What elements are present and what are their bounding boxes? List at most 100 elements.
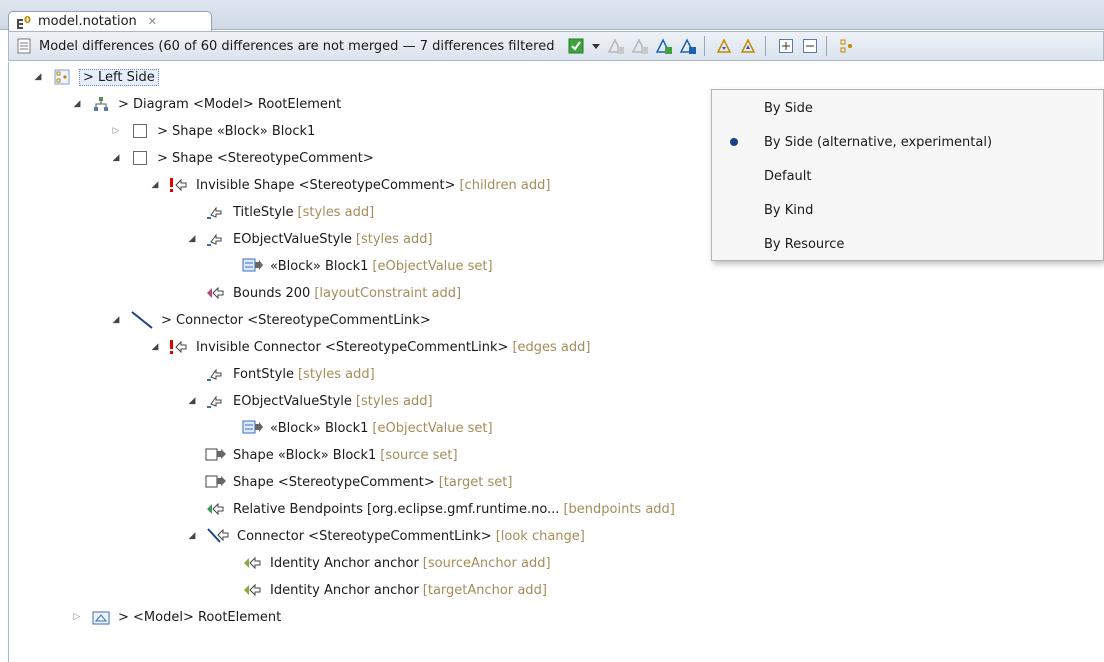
expanded-twisty-icon[interactable]: ◢ xyxy=(185,396,199,406)
filter-check-icon[interactable] xyxy=(566,36,586,56)
tree-row-label: Invisible Shape <StereotypeComment> xyxy=(196,177,456,193)
tree-row[interactable]: ◢ EObjectValueStyle [styles add] xyxy=(185,388,433,414)
tree-row-hint: [edges add] xyxy=(512,339,591,355)
tree-row-hint: [styles add] xyxy=(297,204,375,220)
tree-row[interactable]: ◢ > Shape <StereotypeComment> xyxy=(109,145,374,171)
expand-all-icon[interactable] xyxy=(776,36,796,56)
svg-text:0: 0 xyxy=(24,15,31,26)
expanded-twisty-icon[interactable]: ◢ xyxy=(31,72,45,82)
tree-row-label: > Left Side xyxy=(79,68,159,86)
menu-item-default[interactable]: Default xyxy=(712,159,1103,193)
tree-row[interactable]: ▷ > Shape «Block» Block1 xyxy=(109,118,316,144)
tree-row[interactable]: ◢ EObjectValueStyle [styles add] xyxy=(185,226,433,252)
tree-row-label: > Shape <StereotypeComment> xyxy=(157,150,374,166)
menu-item-label: Default xyxy=(764,168,812,184)
tab-title: model.notation xyxy=(38,14,137,29)
tree-row[interactable]: Shape «Block» Block1 [source set] xyxy=(185,442,458,468)
tree-row-hint: [target set] xyxy=(438,474,513,490)
editor-tab[interactable]: 0 model.notation ✕ xyxy=(8,11,212,31)
tree-row-hint: [styles add] xyxy=(297,366,375,382)
tree-row[interactable]: ◢ > Diagram <Model> RootElement xyxy=(70,91,342,117)
tree-row[interactable]: Shape <StereotypeComment> [target set] xyxy=(185,469,512,495)
tree-row[interactable]: ◢ Connector <StereotypeCommentLink> [look … xyxy=(185,523,585,549)
expanded-twisty-icon[interactable]: ◢ xyxy=(185,234,199,244)
group-by-icon[interactable] xyxy=(837,36,857,56)
tree-row[interactable]: ◢ Invisible Shape <StereotypeComment> [chi… xyxy=(148,172,551,198)
tree-row-label: «Block» Block1 xyxy=(270,420,369,436)
shape-icon xyxy=(129,122,151,140)
tree-row[interactable]: TitleStyle [styles add] xyxy=(185,199,374,225)
merge-right-icon[interactable] xyxy=(678,36,698,56)
value-set-icon xyxy=(242,419,264,437)
tree-row-label: > Connector <StereotypeCommentLink> xyxy=(161,312,431,328)
menu-item-label: By Side (alternative, experimental) xyxy=(764,134,993,150)
shape-icon xyxy=(129,149,151,167)
dropdown-arrow-icon[interactable] xyxy=(590,36,602,56)
tree-row-hint: [eObjectValue set] xyxy=(372,420,493,436)
menu-item-by-kind[interactable]: By Kind xyxy=(712,193,1103,227)
model-icon xyxy=(90,608,112,626)
collapsed-twisty-icon[interactable]: ▷ xyxy=(109,126,123,136)
menu-item-by-side[interactable]: By Side xyxy=(712,91,1103,125)
shape-set-icon xyxy=(205,446,227,464)
expanded-twisty-icon[interactable]: ◢ xyxy=(70,99,84,109)
toolbar-separator xyxy=(826,36,828,56)
collapsed-twisty-icon[interactable]: ▷ xyxy=(70,612,84,622)
connector-icon xyxy=(129,311,155,329)
accept-left-icon[interactable] xyxy=(606,36,626,56)
tree-row[interactable]: Relative Bendpoints [org.eclipse.gmf.run… xyxy=(185,496,675,522)
tree-row[interactable]: ◢ > Left Side xyxy=(31,64,159,90)
expanded-twisty-icon[interactable]: ◢ xyxy=(109,153,123,163)
shape-set-icon xyxy=(205,473,227,491)
tree-row-hint: [layoutConstraint add] xyxy=(314,285,462,301)
bounds-add-icon xyxy=(205,284,227,302)
tree-row-label: Relative Bendpoints [org.eclipse.gmf.run… xyxy=(233,501,560,517)
next-diff-icon[interactable] xyxy=(715,36,735,56)
tree-row[interactable]: FontStyle [styles add] xyxy=(185,361,375,387)
header-title: Model differences (60 of 60 differences … xyxy=(39,38,555,54)
accept-right-icon[interactable] xyxy=(630,36,650,56)
tree-row-label: Shape «Block» Block1 xyxy=(233,447,377,463)
tree-row-hint: [targetAnchor add] xyxy=(422,582,547,598)
style-add-icon xyxy=(205,392,227,410)
tree-row[interactable]: ▷ > <Model> RootElement xyxy=(70,604,281,630)
tree-row-label: Shape <StereotypeComment> xyxy=(233,474,435,490)
tree-row-hint: [look change] xyxy=(495,528,585,544)
menu-item-by-resource[interactable]: By Resource xyxy=(712,227,1103,261)
tree-row-label: TitleStyle xyxy=(233,204,294,220)
tree-row[interactable]: Identity Anchor anchor [sourceAnchor add] xyxy=(222,550,551,576)
tree-row[interactable]: Bounds 200 [layoutConstraint add] xyxy=(185,280,461,306)
tree-row[interactable]: ◢ > Connector <StereotypeCommentLink> xyxy=(109,307,431,333)
diagram-icon xyxy=(90,95,112,113)
expanded-twisty-icon[interactable]: ◢ xyxy=(148,180,162,190)
expanded-twisty-icon[interactable]: ◢ xyxy=(109,315,123,325)
tree-row-label: Connector <StereotypeCommentLink> xyxy=(237,528,492,544)
tree-row-label: Identity Anchor anchor xyxy=(270,555,419,571)
tree-row[interactable]: Identity Anchor anchor [targetAnchor add] xyxy=(222,577,547,603)
tree-row-hint: [bendpoints add] xyxy=(563,501,675,517)
radio-selected-icon xyxy=(730,138,738,146)
expanded-twisty-icon[interactable]: ◢ xyxy=(185,531,199,541)
merge-left-icon[interactable] xyxy=(654,36,674,56)
expanded-twisty-icon[interactable]: ◢ xyxy=(148,342,162,352)
previous-diff-icon[interactable] xyxy=(739,36,759,56)
tree-row[interactable]: «Block» Block1 [eObjectValue set] xyxy=(222,253,493,279)
menu-item-by-side-alternative-experimental[interactable]: By Side (alternative, experimental) xyxy=(712,125,1103,159)
tree-row[interactable]: ◢ Invisible Connector <StereotypeCommentL… xyxy=(148,334,591,360)
document-icon xyxy=(15,37,33,55)
tree-row-hint: [source set] xyxy=(380,447,458,463)
close-icon[interactable]: ✕ xyxy=(148,15,157,28)
tree-row-hint: [children add] xyxy=(459,177,551,193)
tree-row-label: Invisible Connector <StereotypeCommentLi… xyxy=(196,339,509,355)
tree-row-label: > Diagram <Model> RootElement xyxy=(118,96,342,112)
menu-item-label: By Resource xyxy=(764,236,845,252)
tree-row-label: EObjectValueStyle xyxy=(233,393,352,409)
anchor-add-icon xyxy=(242,581,264,599)
tree-row[interactable]: «Block» Block1 [eObjectValue set] xyxy=(222,415,493,441)
style-add-icon xyxy=(205,365,227,383)
tree-row-label: > <Model> RootElement xyxy=(118,609,282,625)
tree-row-label: «Block» Block1 xyxy=(270,258,369,274)
collapse-all-icon[interactable] xyxy=(800,36,820,56)
value-set-icon xyxy=(242,257,264,275)
tree-row-hint: [styles add] xyxy=(355,393,433,409)
